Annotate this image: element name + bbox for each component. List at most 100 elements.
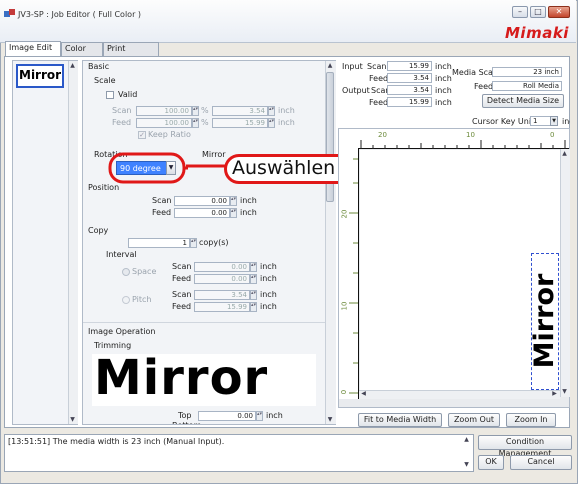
detect-media-size-button[interactable]: Detect Media Size [482, 94, 564, 108]
settings-scroll-down-icon[interactable]: ▼ [325, 416, 335, 423]
scale-feed-pct: % [201, 118, 209, 127]
canvas-scroll-left-icon[interactable]: ◀ [359, 390, 368, 397]
scale-scan-inch-spinner[interactable]: ▴▾ [268, 106, 275, 116]
input-feed-unit: inch [435, 74, 452, 83]
trim-top-label: Top [178, 411, 192, 420]
copy-count-spinner[interactable]: ▴▾ [190, 238, 197, 248]
canvas-scroll-right-icon[interactable]: ▶ [550, 390, 559, 397]
scale-feed-input[interactable]: 100.00 [136, 118, 192, 128]
pitch-feed-input[interactable]: 15.99 [194, 302, 250, 312]
pitch-scan-label: Scan [172, 290, 192, 299]
position-feed-spinner[interactable]: ▴▾ [230, 208, 237, 218]
valid-label: Valid [118, 90, 138, 99]
log-scroll-down-icon[interactable]: ▼ [462, 461, 471, 468]
space-scan-unit: inch [260, 262, 277, 271]
space-feed-spinner[interactable]: ▴▾ [250, 274, 257, 284]
scale-feed-inch-spinner[interactable]: ▴▾ [268, 118, 275, 128]
condition-management-button[interactable]: Condition Management [478, 435, 572, 458]
cursor-key-unit-suffix: inch [562, 117, 570, 126]
thumbnail-scrollbar[interactable] [68, 61, 78, 424]
scale-scan-spinner[interactable]: ▴▾ [192, 106, 199, 116]
scale-heading: Scale [94, 76, 116, 85]
copy-heading: Copy [88, 226, 109, 235]
input-feed-label: Feed [369, 74, 389, 83]
highlight-ring [108, 152, 188, 184]
ruler-top-ticks [360, 140, 566, 149]
pitch-feed-spinner[interactable]: ▴▾ [250, 302, 257, 312]
canvas-scroll-up-icon[interactable]: ▲ [560, 150, 569, 157]
ok-button[interactable]: OK [478, 455, 504, 470]
scale-scan-inch-input[interactable]: 3.54 [212, 106, 268, 116]
canvas-scroll-down-icon[interactable]: ▼ [560, 388, 569, 395]
trim-top-spinner[interactable]: ▴▾ [256, 411, 263, 421]
pitch-scan-spinner[interactable]: ▴▾ [250, 290, 257, 300]
zoom-in-button[interactable]: Zoom In [506, 413, 556, 427]
scroll-down-arrow-icon[interactable]: ▼ [68, 416, 77, 423]
canvas-h-scrollbar[interactable] [359, 390, 560, 399]
tab-image-edit[interactable]: Image Edit [5, 41, 61, 56]
scale-feed-inch-input[interactable]: 15.99 [212, 118, 268, 128]
space-label: Space [132, 267, 157, 276]
tab-color-edit[interactable]: Color Edit [61, 42, 103, 65]
settings-scroll-up-icon[interactable]: ▲ [325, 62, 335, 69]
image-operation-heading: Image Operation [88, 327, 156, 336]
trimming-preview-text: Mirror [94, 350, 269, 406]
position-scan-spinner[interactable]: ▴▾ [230, 196, 237, 206]
section-divider [83, 322, 325, 323]
ruler-top-label-10: 10 [466, 131, 475, 139]
maximize-button[interactable]: □ [530, 6, 546, 18]
input-scan-value: 15.99 [387, 61, 432, 71]
position-scan-input[interactable]: 0.00 [174, 196, 230, 206]
position-scan-label: Scan [152, 196, 172, 205]
position-scan-unit: inch [240, 196, 257, 205]
output-scan-value: 3.54 [387, 85, 432, 95]
keep-ratio-checkbox[interactable]: ✓ [138, 131, 146, 139]
space-radio[interactable] [122, 268, 130, 276]
basic-heading: Basic [88, 62, 110, 71]
ruler-top-label-0: 0 [550, 131, 555, 139]
trim-top-unit: inch [266, 411, 283, 420]
ruler-left-line [358, 148, 359, 399]
brand-logo: Mimaki [505, 24, 569, 42]
pitch-radio[interactable] [122, 296, 130, 304]
thumbnail-label: Mirror [19, 68, 62, 82]
position-feed-unit: inch [240, 208, 257, 217]
minimize-button[interactable]: – [512, 6, 528, 18]
media-feed-label: Feed [474, 82, 494, 91]
mirror-label: Mirror [202, 150, 226, 159]
zoom-out-button[interactable]: Zoom Out [448, 413, 500, 427]
output-scan-unit: inch [435, 86, 452, 95]
fit-to-media-width-button[interactable]: Fit to Media Width [358, 413, 442, 427]
tab-print-condition[interactable]: Print Condition [103, 42, 159, 65]
space-scan-label: Scan [172, 262, 192, 271]
log-scroll-up-icon[interactable]: ▲ [462, 436, 471, 443]
scroll-up-arrow-icon[interactable]: ▲ [68, 62, 77, 69]
canvas-v-scrollbar[interactable] [560, 149, 570, 397]
pitch-scan-input[interactable]: 3.54 [194, 290, 250, 300]
input-scan-label: Scan [367, 62, 387, 71]
position-feed-input[interactable]: 0.00 [174, 208, 230, 218]
close-button[interactable]: ✕ [548, 6, 570, 18]
trimming-label: Trimming [94, 341, 132, 350]
ruler-left-label-20: 20 [340, 209, 349, 219]
trim-top-input[interactable]: 0.00 [198, 411, 256, 421]
scale-scan-input[interactable]: 100.00 [136, 106, 192, 116]
scale-feed-unit: inch [278, 118, 295, 127]
scale-feed-spinner[interactable]: ▴▾ [192, 118, 199, 128]
pitch-label: Pitch [132, 295, 152, 304]
scale-feed-label: Feed [112, 118, 132, 127]
space-scan-input[interactable]: 0.00 [194, 262, 250, 272]
trim-bottom-label: Bottom [172, 421, 201, 424]
scale-scan-unit: inch [278, 106, 295, 115]
space-feed-unit: inch [260, 274, 277, 283]
ruler-top-label-20: 20 [378, 131, 387, 139]
pitch-feed-label: Feed [172, 302, 192, 311]
callout-connector [186, 164, 226, 168]
cursor-key-chevron-icon[interactable]: ▼ [550, 116, 558, 126]
space-feed-input[interactable]: 0.00 [194, 274, 250, 284]
valid-checkbox[interactable] [106, 91, 114, 99]
copy-count-input[interactable]: 1 [128, 238, 190, 248]
space-scan-spinner[interactable]: ▴▾ [250, 262, 257, 272]
scale-scan-label: Scan [112, 106, 132, 115]
cancel-button[interactable]: Cancel [510, 455, 572, 470]
